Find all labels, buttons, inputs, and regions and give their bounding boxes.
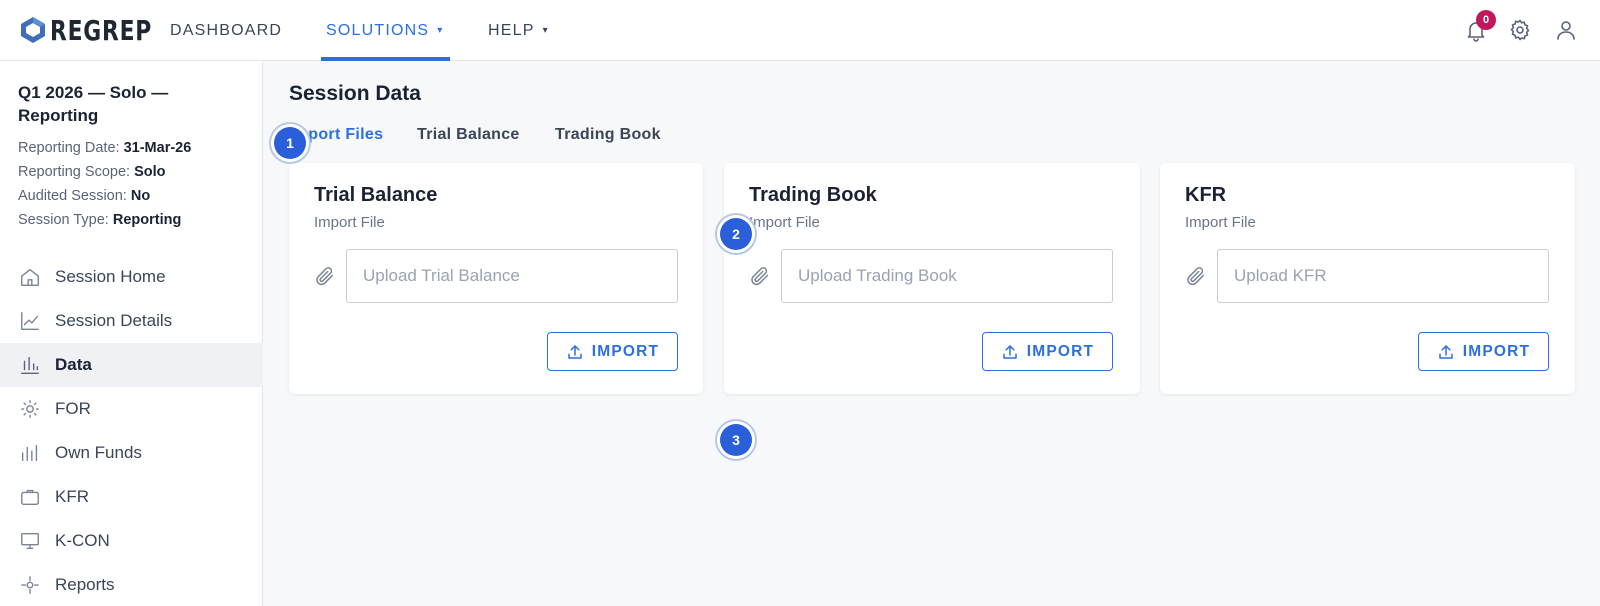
step-marker-3: 3 [720,424,752,456]
paperclip-icon[interactable] [749,265,771,287]
nav-dashboard[interactable]: DASHBOARD [170,0,282,61]
upload-kfr-input[interactable] [1217,249,1549,303]
import-kfr-button[interactable]: IMPORT [1418,332,1549,371]
sun-icon [21,400,39,418]
sidebar-item-session-home[interactable]: Session Home [0,255,263,299]
logo[interactable]: REGREP [20,13,181,47]
sidebar-item-label: Own Funds [55,443,142,462]
card-title: Trial Balance [314,184,438,206]
chevron-down-icon: ▾ [437,25,444,36]
sidebar-item-k-con[interactable]: K-CON [0,519,263,563]
user-icon[interactable] [1554,18,1578,42]
line-chart-icon [21,312,39,330]
briefcase-icon [21,489,39,506]
import-button-label: IMPORT [591,342,660,360]
gear-icon[interactable] [1508,18,1532,42]
meta-label: Reporting Scope: [18,164,131,180]
upload-trial-balance-input[interactable] [346,249,678,303]
sidebar-item-label: FOR [55,399,91,418]
meta-value: No [130,188,151,204]
card-title: Trading Book [749,184,877,206]
meta-reporting-date: Reporting Date: 31-Mar-26 [18,140,191,156]
meta-audited-session: Audited Session: No [18,188,150,204]
nav-help[interactable]: HELP ▾ [488,0,549,61]
card-title: KFR [1185,184,1227,206]
monitor-icon [21,532,39,550]
meta-value: Solo [134,164,166,180]
paperclip-icon[interactable] [314,265,336,287]
meta-value: 31-Mar-26 [123,140,192,156]
target-icon [21,576,39,594]
logo-text: REGREP [50,13,153,47]
sidebar-item-label: Data [55,355,92,374]
sidebar: Q1 2026 — Solo — Reporting Reporting Dat… [0,61,263,606]
active-nav-indicator [321,57,450,61]
sidebar-item-label: Session Details [55,311,173,330]
import-trading-book-button[interactable]: IMPORT [982,332,1113,371]
meta-label: Audited Session: [18,188,127,204]
card-kfr: KFR Import File IMPORT [1160,163,1575,394]
import-button-label: IMPORT [1462,342,1531,360]
meta-session-type: Session Type: Reporting [18,212,181,228]
chevron-down-icon: ▾ [542,25,549,36]
sidebar-item-label: K-CON [55,531,110,550]
upload-icon [1439,344,1453,359]
upload-trading-book-input[interactable] [781,249,1113,303]
notification-badge: 0 [1476,10,1496,30]
nav-help-label: HELP [488,21,535,39]
sidebar-item-for[interactable]: FOR [0,387,263,431]
meta-label: Reporting Date: [18,140,120,156]
hexagon-logo-icon [21,17,45,43]
bar-chart-icon [21,356,39,374]
nav-dashboard-label: DASHBOARD [170,21,283,39]
top-header: REGREP DASHBOARD SOLUTIONS ▾ HELP ▾ 0 [0,0,1600,61]
sidebar-item-label: Session Home [55,267,166,286]
import-trial-balance-button[interactable]: IMPORT [547,332,678,371]
sidebar-item-data[interactable]: Data [0,343,263,387]
meta-label: Session Type: [18,212,109,228]
step-marker-1: 1 [274,127,306,159]
sidebar-item-own-funds[interactable]: Own Funds [0,431,263,475]
sidebar-item-label: KFR [55,487,89,506]
tab-trading-book[interactable]: Trading Book [555,126,661,144]
step-marker-2: 2 [720,218,752,250]
card-subtitle: Import File [749,214,820,231]
paperclip-icon[interactable] [1185,265,1207,287]
card-trading-book: Trading Book Import File IMPORT [724,163,1140,394]
upload-icon [568,344,582,359]
import-button-label: IMPORT [1026,342,1095,360]
meta-value: Reporting [112,212,182,228]
sidebar-item-reports[interactable]: Reports [0,563,263,606]
nav-solutions-label: SOLUTIONS [326,21,430,39]
card-subtitle: Import File [314,214,385,231]
card-trial-balance: Trial Balance Import File IMPORT [289,163,703,394]
tab-trial-balance[interactable]: Trial Balance [417,126,520,144]
sidebar-item-session-details[interactable]: Session Details [0,299,263,343]
nav-solutions[interactable]: SOLUTIONS ▾ [326,0,444,61]
page-title: Session Data [289,82,421,105]
meta-reporting-scope: Reporting Scope: Solo [18,164,166,180]
bars-icon [21,444,38,462]
sidebar-item-label: Reports [55,575,115,594]
card-subtitle: Import File [1185,214,1256,231]
upload-icon [1003,344,1017,359]
session-title: Q1 2026 — Solo — Reporting [18,83,169,125]
sidebar-item-kfr[interactable]: KFR [0,475,263,519]
home-icon [21,268,39,286]
